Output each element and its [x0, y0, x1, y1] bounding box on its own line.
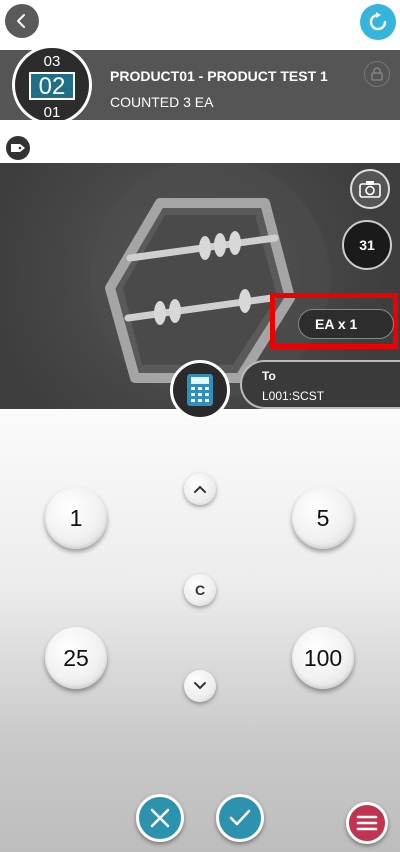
- location-value: L001:SCST: [262, 389, 325, 403]
- calculator-icon: [187, 374, 213, 406]
- add-100-button[interactable]: 100: [292, 627, 354, 689]
- lock-button[interactable]: [364, 61, 390, 87]
- refresh-icon: [369, 12, 387, 31]
- chevron-down-icon: [194, 682, 206, 690]
- check-icon: [229, 809, 251, 826]
- add-5-button[interactable]: 5: [292, 487, 354, 549]
- back-button[interactable]: [5, 4, 39, 38]
- counter-next: 01: [43, 104, 61, 121]
- top-bar: [0, 0, 400, 50]
- unit-selector[interactable]: EA x 1: [298, 309, 394, 339]
- count-counter[interactable]: 03 02 01: [12, 45, 92, 125]
- days-badge[interactable]: 31: [342, 220, 392, 270]
- menu-button[interactable]: [346, 802, 388, 844]
- hamburger-menu-icon: [356, 815, 378, 831]
- camera-icon: [359, 181, 381, 198]
- decrement-button[interactable]: [184, 670, 216, 702]
- counter-current: 02: [29, 72, 75, 100]
- camera-button[interactable]: [350, 169, 390, 209]
- tag-button[interactable]: [6, 136, 30, 160]
- close-icon: [150, 808, 170, 828]
- add-25-button[interactable]: 25: [45, 627, 107, 689]
- location-label: To: [262, 369, 276, 383]
- clear-button[interactable]: C: [184, 574, 216, 606]
- confirm-button[interactable]: [216, 794, 264, 842]
- tag-icon: [11, 144, 25, 152]
- refresh-button[interactable]: [360, 4, 396, 40]
- cancel-button[interactable]: [136, 794, 184, 842]
- product-name: PRODUCT01 - PRODUCT TEST 1: [110, 68, 328, 84]
- location-field[interactable]: To L001:SCST: [240, 360, 400, 409]
- product-header: 03 02 01 PRODUCT01 - PRODUCT TEST 1 COUN…: [0, 45, 400, 125]
- chevron-up-icon: [194, 485, 206, 493]
- counter-previous: 03: [43, 53, 61, 70]
- add-1-button[interactable]: 1: [45, 487, 107, 549]
- calculator-button[interactable]: [170, 360, 230, 420]
- lock-icon: [371, 67, 383, 81]
- counted-status: COUNTED 3 EA: [110, 94, 214, 110]
- quantity-keypad: 1 5 25 100 C: [0, 409, 400, 852]
- tag-row: [0, 120, 400, 163]
- chevron-left-icon: [17, 14, 25, 28]
- increment-button[interactable]: [184, 473, 216, 505]
